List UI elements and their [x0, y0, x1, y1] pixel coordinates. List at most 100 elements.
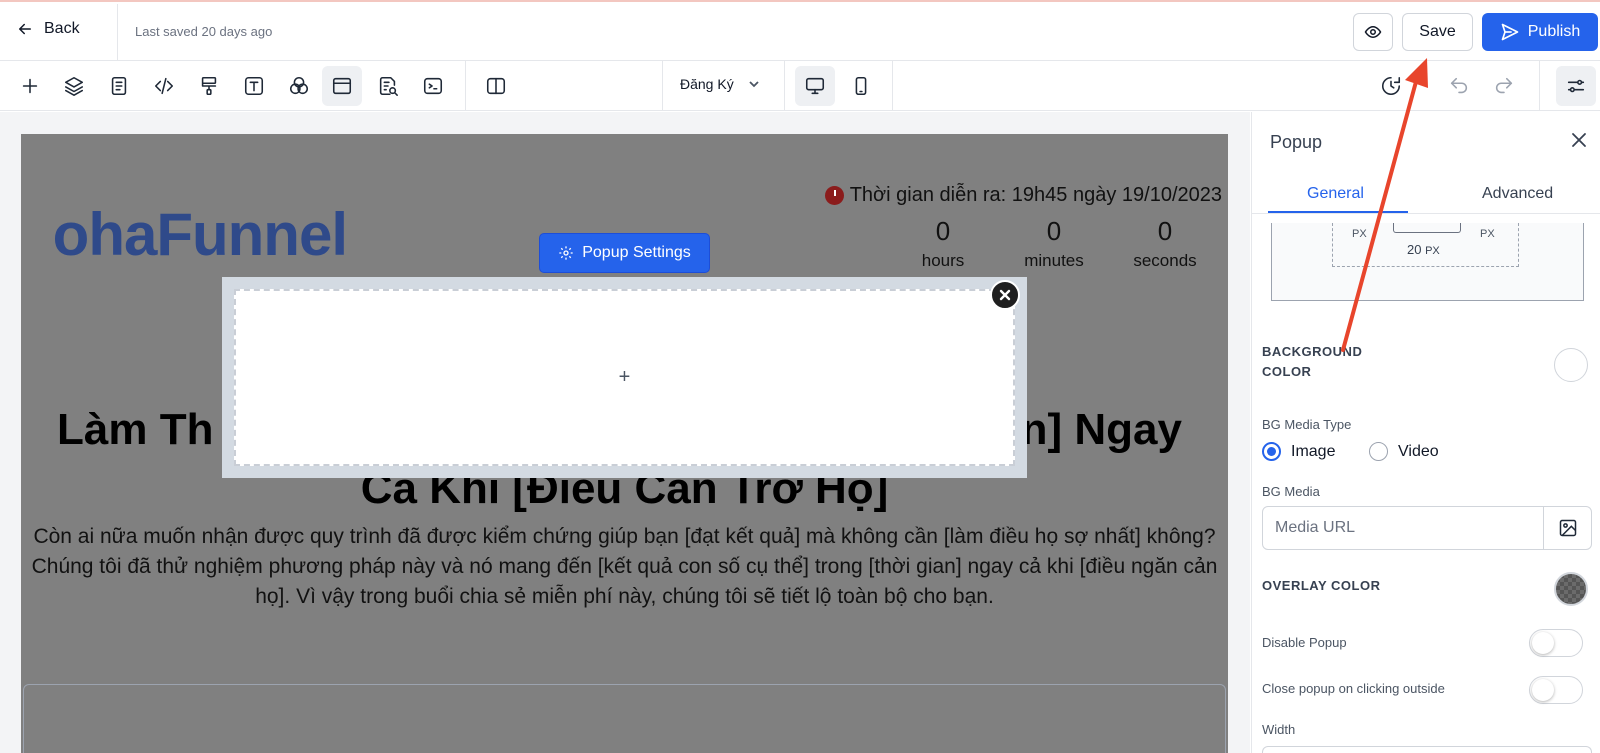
layers-button[interactable] [54, 66, 94, 106]
editor-toolbar: Đăng Ký [0, 61, 1600, 111]
paint-roller-icon [201, 76, 217, 96]
event-time-text: Thời gian diễn ra: 19h45 ngày 19/10/2023 [849, 184, 1222, 206]
active-tab-indicator [1268, 211, 1408, 213]
publish-label: Publish [1527, 23, 1581, 40]
countdown-minutes: 0 minutes [1024, 216, 1084, 270]
mobile-icon [855, 76, 867, 96]
close-outside-toggle[interactable] [1529, 676, 1583, 704]
form-search-icon [379, 76, 398, 96]
headline-right: n] Ngay [1020, 405, 1182, 454]
page-icon [111, 76, 127, 96]
media-url-input[interactable] [1262, 506, 1544, 550]
undo-button[interactable] [1439, 66, 1479, 106]
add-element-button[interactable] [10, 66, 50, 106]
spacing-handle[interactable] [1393, 223, 1461, 233]
eye-icon [1364, 25, 1382, 39]
clock-icon [824, 186, 844, 205]
last-saved-text: Last saved 20 days ago [135, 24, 273, 39]
page-subtext: Còn ai nữa muốn nhận được quy trình đã đ… [31, 525, 1218, 608]
redo-icon [1495, 77, 1513, 94]
desktop-icon [805, 77, 825, 95]
spacing-left-unit: PX [1352, 228, 1367, 240]
settings-sliders-icon [1567, 79, 1585, 93]
radio-video[interactable] [1369, 442, 1388, 461]
color-circles-icon [289, 76, 309, 95]
divider [117, 4, 118, 62]
popup-container[interactable]: + [222, 277, 1027, 478]
save-button[interactable]: Save [1402, 13, 1473, 51]
countdown-hours: 0 hours [921, 216, 965, 270]
popup-settings-label: Popup Settings [582, 244, 691, 261]
close-icon [999, 289, 1011, 301]
terminal-icon [423, 77, 443, 95]
publish-button[interactable]: Publish [1482, 13, 1598, 51]
disable-popup-toggle[interactable] [1529, 629, 1583, 657]
text-button[interactable] [234, 66, 274, 106]
back-button[interactable]: Back [16, 20, 80, 38]
custom-script-button[interactable] [413, 66, 453, 106]
popup-dropzone[interactable]: + [234, 289, 1015, 466]
text-box-icon [244, 76, 264, 96]
event-time: Thời gian diễn ra: 19h45 ngày 19/10/2023 [824, 184, 1222, 207]
bg-media-type-image[interactable]: Image [1262, 442, 1335, 461]
divider [465, 61, 466, 111]
page-select-dropdown[interactable]: Đăng Ký [680, 76, 760, 92]
tabs-divider [1252, 213, 1600, 214]
media-picker-button[interactable] [1544, 506, 1592, 550]
bg-media-type-label: BG Media Type [1262, 417, 1352, 432]
background-color-swatch[interactable] [1554, 348, 1588, 382]
styles-button[interactable] [189, 66, 229, 106]
pages-button[interactable] [99, 66, 139, 106]
close-icon[interactable] [1571, 132, 1587, 148]
divider [662, 61, 663, 111]
overlay-color-swatch[interactable] [1554, 572, 1588, 606]
split-view-button[interactable] [476, 66, 516, 106]
tab-general[interactable]: General [1307, 185, 1364, 203]
section-container[interactable] [23, 684, 1226, 753]
divider [1539, 61, 1540, 111]
add-content-icon[interactable]: + [619, 366, 631, 389]
tab-advanced[interactable]: Advanced [1482, 185, 1553, 203]
disable-popup-label: Disable Popup [1262, 635, 1347, 650]
popup-button[interactable] [322, 66, 362, 106]
plus-icon [22, 78, 38, 94]
mobile-view-button[interactable] [841, 66, 881, 106]
preview-button[interactable] [1353, 13, 1393, 51]
history-button[interactable] [1371, 66, 1411, 106]
page-select-value: Đăng Ký [680, 76, 734, 92]
colors-button[interactable] [279, 66, 319, 106]
layers-icon [64, 76, 84, 96]
spacing-editor: PX PX 20 PX [1271, 223, 1584, 301]
back-label: Back [44, 20, 80, 37]
radio-image[interactable] [1262, 442, 1281, 461]
width-label: Width [1262, 722, 1296, 737]
popup-layout-icon [332, 77, 352, 95]
brand-logo: ohaFunnel [52, 201, 348, 268]
width-input[interactable] [1262, 746, 1592, 753]
popup-close-button[interactable] [990, 280, 1020, 310]
top-bar: Back Last saved 20 days ago Save Publish [0, 0, 1600, 62]
popup-settings-button[interactable]: Popup Settings [539, 233, 710, 273]
history-icon [1382, 76, 1401, 95]
divider [892, 61, 893, 111]
form-search-button[interactable] [368, 66, 408, 106]
overlay-color-label: OVERLAY COLOR [1262, 578, 1381, 593]
redo-button[interactable] [1484, 66, 1524, 106]
spacing-right-unit: PX [1480, 228, 1495, 240]
bg-media-type-video[interactable]: Video [1369, 442, 1439, 461]
code-button[interactable] [144, 66, 184, 106]
bg-media-label: BG Media [1262, 484, 1320, 499]
headline-left: Làm Th [57, 405, 214, 454]
gear-icon [559, 246, 573, 260]
chevron-down-icon [749, 81, 759, 88]
panel-title: Popup [1270, 132, 1323, 152]
code-icon [154, 77, 174, 95]
image-icon [1559, 519, 1576, 537]
settings-button[interactable] [1556, 66, 1596, 106]
desktop-view-button[interactable] [795, 66, 835, 106]
divider [784, 61, 785, 111]
arrow-left-icon [19, 23, 31, 35]
spacing-bottom[interactable]: 20 PX [1407, 242, 1440, 257]
close-outside-label: Close popup on clicking outside [1262, 681, 1445, 696]
countdown-seconds: 0 seconds [1133, 216, 1197, 270]
